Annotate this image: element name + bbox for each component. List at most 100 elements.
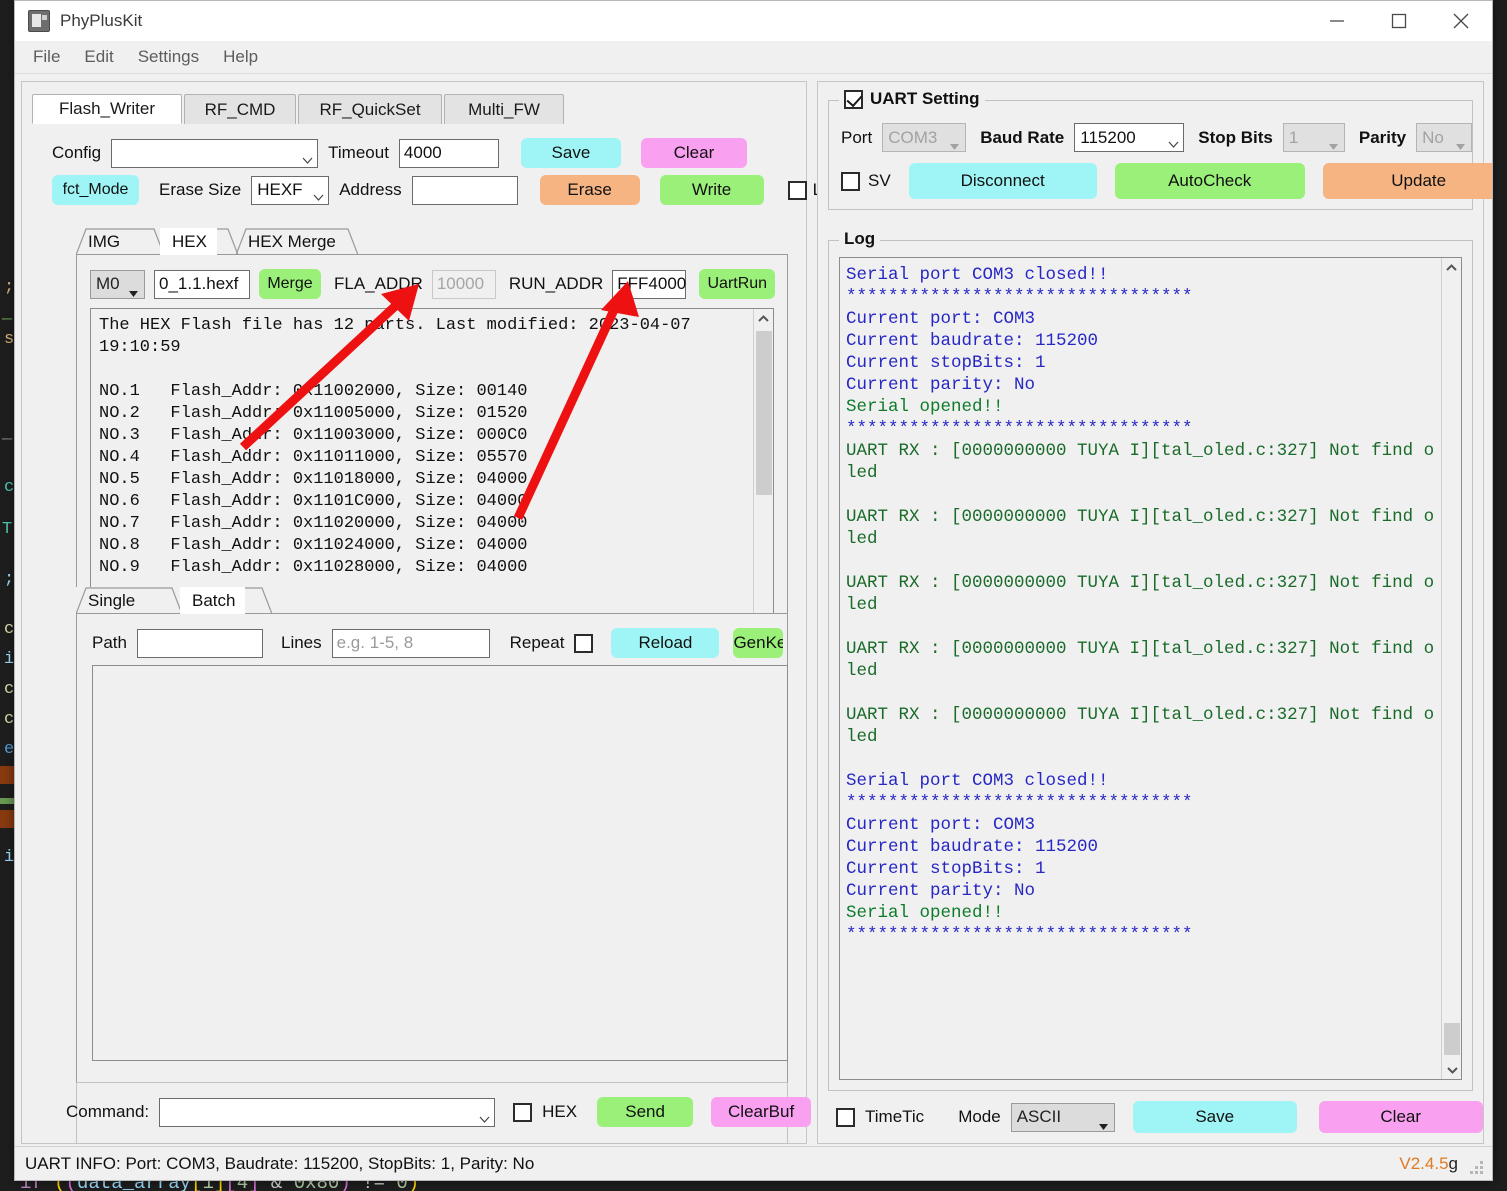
scroll-up-icon[interactable] <box>754 309 773 328</box>
scroll-thumb[interactable] <box>1444 1023 1460 1055</box>
autocheck-button[interactable]: AutoCheck <box>1114 163 1305 199</box>
uartrun-button[interactable]: UartRun <box>699 269 776 299</box>
merge-button[interactable]: Merge <box>259 269 321 299</box>
baud-select[interactable]: 115200 <box>1074 123 1185 152</box>
log-line: Current stopBits: 1 <box>846 859 1046 879</box>
stopbits-select[interactable]: 1 <box>1282 123 1345 152</box>
log-line: Current stopBits: 1 <box>846 353 1046 373</box>
log-save-button[interactable]: Save <box>1132 1101 1297 1133</box>
menu-item-settings[interactable]: Settings <box>138 47 199 67</box>
maximize-icon[interactable] <box>1368 1 1430 41</box>
log-text: Serial port COM3 closed!! ***************… <box>846 264 1439 946</box>
timetic-checkbox[interactable] <box>836 1107 855 1127</box>
write-button[interactable]: Write <box>659 175 764 205</box>
log-mode-value: ASCII <box>1016 1107 1062 1126</box>
menu-item-file[interactable]: File <box>33 47 60 67</box>
subtab-batch[interactable]: Batch <box>180 587 246 614</box>
minimize-icon[interactable] <box>1306 1 1368 41</box>
command-row: Command: HEX Send ClearBuf <box>62 1097 812 1127</box>
log-clear-button[interactable]: Clear <box>1318 1101 1483 1133</box>
hex-checkbox-label: HEX <box>542 1102 578 1121</box>
address-label: Address <box>339 180 402 199</box>
erase-size-label: Erase Size <box>159 180 242 199</box>
parity-select[interactable]: No <box>1416 123 1473 152</box>
lines-input[interactable]: e.g. 1-5, 8 <box>331 628 490 658</box>
close-icon[interactable] <box>1430 1 1492 41</box>
port-label: Port <box>841 127 873 147</box>
version-suffix: g <box>1448 1153 1458 1173</box>
menu-item-help[interactable]: Help <box>223 47 258 67</box>
log-controls-row: TimeTic Mode ASCII Save Clear <box>836 1101 1483 1133</box>
chevron-down-icon <box>1456 136 1466 150</box>
run-addr-input[interactable]: FFF4000 <box>612 269 687 299</box>
sv-checkbox[interactable] <box>841 171 860 191</box>
address-input[interactable] <box>411 175 518 205</box>
scroll-down-icon[interactable] <box>1442 1060 1461 1079</box>
parity-select-value: No <box>1422 127 1444 147</box>
log-line: ********************************* <box>846 793 1193 813</box>
chevron-down-icon <box>313 187 324 201</box>
main-tabstrip: Flash_Writer RF_CMD RF_QuickSet Multi_FW <box>32 94 806 124</box>
chevron-down-icon <box>302 150 313 164</box>
clear-config-button[interactable]: Clear <box>640 138 747 168</box>
uart-setting-checkbox[interactable] <box>844 89 863 109</box>
reload-button[interactable]: Reload <box>611 628 720 658</box>
app-icon <box>28 10 50 32</box>
timeout-input[interactable]: 4000 <box>398 138 499 168</box>
scroll-up-icon[interactable] <box>1442 258 1461 277</box>
log-textarea[interactable]: Serial port COM3 closed!! ***************… <box>839 257 1462 1080</box>
log-line: Current parity: No <box>846 881 1036 901</box>
log-line: Serial port COM3 closed!! <box>846 265 1109 285</box>
hex-listing-text: The HEX Flash file has 12 parts. Last mo… <box>99 315 749 579</box>
scroll-thumb[interactable] <box>756 331 772 495</box>
tab-rf-cmd[interactable]: RF_CMD <box>184 94 296 124</box>
left-pane: Flash_Writer RF_CMD RF_QuickSet Multi_FW… <box>21 81 823 1144</box>
stopbits-select-value: 1 <box>1288 127 1299 147</box>
baud-select-value: 115200 <box>1080 127 1136 147</box>
clearbuf-button[interactable]: ClearBuf <box>711 1097 812 1127</box>
log-scrollbar[interactable] <box>1441 258 1461 1079</box>
menu-item-edit[interactable]: Edit <box>84 47 113 67</box>
mode-select[interactable]: M0 <box>90 269 145 299</box>
port-select[interactable]: COM3 <box>882 123 967 152</box>
tab-rf-quickset[interactable]: RF_QuickSet <box>298 94 442 124</box>
subtab-batch-label: Batch <box>192 590 236 610</box>
chevron-down-icon <box>950 136 960 150</box>
disconnect-button[interactable]: Disconnect <box>908 163 1097 199</box>
log-mode-select[interactable]: ASCII <box>1010 1102 1115 1132</box>
update-button[interactable]: Update <box>1322 163 1492 199</box>
batch-textarea[interactable] <box>92 665 788 1061</box>
fct-mode-button[interactable]: fct_Mode <box>52 175 139 205</box>
config-select[interactable] <box>111 138 319 168</box>
log-line: Current parity: No <box>846 375 1036 395</box>
fla-addr-input[interactable]: 10000 <box>431 269 496 299</box>
erase-size-select[interactable]: HEXF <box>251 175 330 205</box>
erase-size-value: HEXF <box>257 180 303 199</box>
log-line: Current port: COM3 <box>846 309 1036 329</box>
send-button[interactable]: Send <box>597 1097 694 1127</box>
subtab-hex[interactable]: HEX <box>160 228 217 255</box>
tab-flash-writer[interactable]: Flash_Writer <box>32 94 182 124</box>
hex-file-input[interactable]: 0_1.1.hexf <box>154 269 250 299</box>
repeat-label: Repeat <box>509 633 565 652</box>
bg-code-fragment: ; <box>4 278 15 297</box>
hex-checkbox[interactable] <box>513 1102 533 1122</box>
lv-checkbox[interactable] <box>787 180 807 200</box>
right-pane: UART Setting Port COM3 Baud Rate 115200 <box>817 81 1492 1144</box>
path-input[interactable] <box>136 628 263 658</box>
tab-multi-fw[interactable]: Multi_FW <box>444 94 564 124</box>
erase-button[interactable]: Erase <box>539 175 640 205</box>
run-addr-label: RUN_ADDR <box>508 274 604 293</box>
command-input[interactable] <box>159 1097 496 1127</box>
resize-grip[interactable] <box>1470 1161 1484 1175</box>
lines-label: Lines <box>280 633 322 652</box>
repeat-checkbox[interactable] <box>574 633 594 653</box>
timetic-label: TimeTic <box>865 1107 925 1126</box>
save-config-button[interactable]: Save <box>520 138 621 168</box>
genkey-button[interactable]: GenKey <box>733 628 784 658</box>
mode-label: Mode <box>958 1107 1001 1126</box>
chevron-down-icon <box>1328 136 1338 150</box>
stopbits-label: Stop Bits <box>1198 127 1273 147</box>
